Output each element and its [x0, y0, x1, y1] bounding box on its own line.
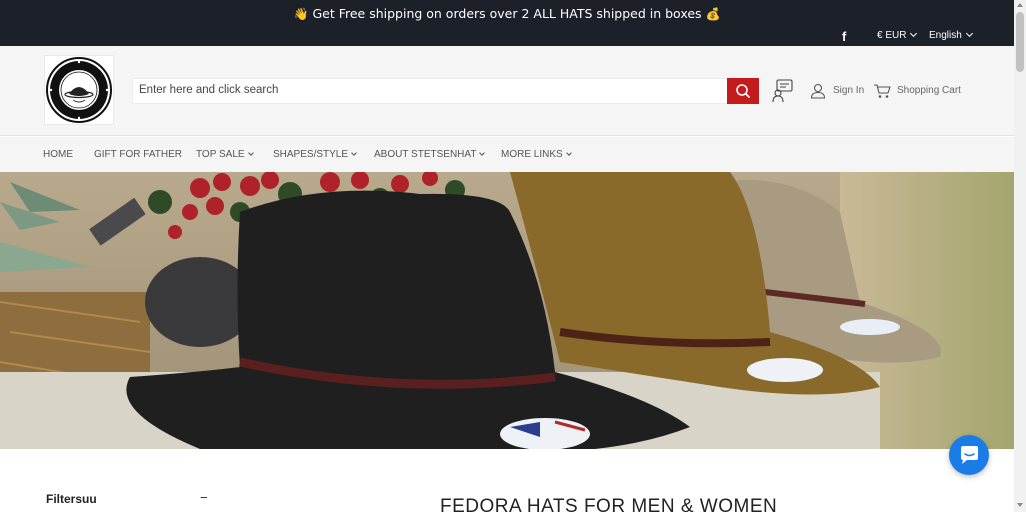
scrollbar-thumb[interactable] [1016, 12, 1024, 72]
scroll-down-arrow-icon[interactable] [1017, 503, 1023, 507]
support-chat-icon [772, 79, 793, 103]
chevron-down-icon [910, 29, 918, 38]
language-label: English [929, 30, 962, 41]
hero-banner[interactable] [0, 172, 1014, 449]
live-chat-button[interactable] [949, 435, 989, 475]
shopping-cart-label: Shopping Cart [897, 85, 961, 96]
chevron-down-icon [565, 150, 572, 156]
chat-bubble-icon [961, 446, 978, 464]
chevron-down-icon [965, 29, 973, 38]
chevron-down-icon [479, 150, 486, 156]
search-button[interactable] [727, 78, 759, 104]
sign-in-label: Sign In [833, 85, 865, 96]
currency-selector[interactable]: € EUR [877, 29, 918, 41]
language-selector[interactable]: English [929, 29, 973, 41]
search-input[interactable]: Enter here and click search [132, 78, 727, 104]
user-icon [810, 83, 826, 99]
nav-item-label: GIFT FOR FATHER [94, 149, 182, 160]
nav-item-shapes-style[interactable]: SHAPES/STYLE [273, 149, 357, 160]
filters-collapse-toggle[interactable]: − [200, 490, 208, 505]
search-placeholder: Enter here and click search [139, 84, 279, 96]
nav-item-label: SHAPES/STYLE [273, 149, 349, 160]
customer-support-button[interactable] [772, 79, 794, 103]
page: 👋 Get Free shipping on orders over 2 ALL… [0, 0, 1026, 512]
nav-item-label: MORE LINKS [501, 149, 563, 160]
collection-title: FEDORA HATS FOR MEN & WOMEN [440, 496, 778, 512]
wave-emoji-icon: 👋 [293, 7, 309, 21]
cart-icon [874, 84, 891, 98]
search-icon [736, 84, 750, 98]
nav-item-home[interactable]: HOME [43, 149, 73, 160]
announcement-bar: 👋 Get Free shipping on orders over 2 ALL… [0, 0, 1014, 46]
nav-item-gift-for-father[interactable]: GIFT FOR FATHER [94, 149, 182, 160]
announcement-text: 👋 Get Free shipping on orders over 2 ALL… [0, 6, 1014, 21]
money-bag-emoji-icon: 💰 [705, 7, 721, 21]
brand-seal-logo-icon [46, 57, 112, 123]
filters-heading: Filtersuu [46, 492, 97, 506]
page-scrollbar[interactable] [1014, 0, 1026, 512]
sign-in-link[interactable]: Sign In [810, 83, 864, 101]
facebook-icon[interactable]: f [842, 29, 846, 44]
nav-item-more-links[interactable]: MORE LINKS [501, 149, 572, 160]
nav-item-label: TOP SALE [196, 149, 245, 160]
announcement-message: Get Free shipping on orders over 2 ALL H… [312, 6, 702, 21]
nav-item-label: ABOUT STETSENHAT [374, 149, 477, 160]
fedora-hats-hero-image [0, 172, 1014, 449]
currency-label: € EUR [877, 30, 907, 41]
site-header: Enter here and click search Sign In Shop… [0, 46, 1014, 136]
main-navigation: HOME GIFT FOR FATHER TOP SALE SHAPES/STY… [0, 137, 1014, 172]
chevron-down-icon [247, 150, 254, 156]
scroll-up-arrow-icon[interactable] [1017, 3, 1023, 7]
shopping-cart-link[interactable]: Shopping Cart [873, 83, 961, 101]
nav-item-label: HOME [43, 149, 73, 160]
site-logo[interactable] [44, 55, 114, 125]
nav-item-about-stetsenhat[interactable]: ABOUT STETSENHAT [374, 149, 486, 160]
chevron-down-icon [351, 150, 357, 156]
nav-item-top-sale[interactable]: TOP SALE [196, 149, 254, 160]
